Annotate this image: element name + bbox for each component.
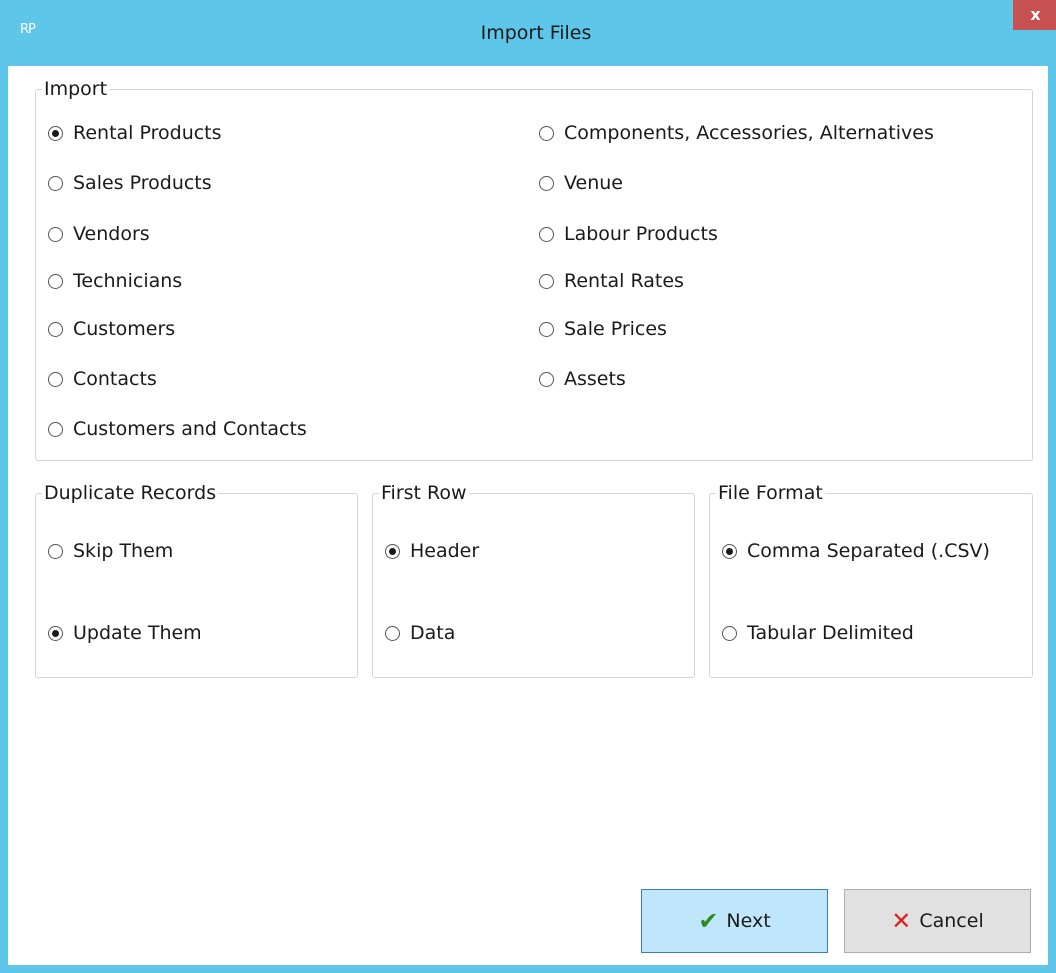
next-button-label: Next	[726, 910, 771, 932]
first-row-label: First Row	[379, 480, 469, 506]
radio-label: Technicians	[73, 270, 183, 292]
radio-indicator[interactable]	[48, 321, 63, 337]
cancel-button[interactable]: ✕ Cancel	[844, 889, 1031, 953]
radio-skip-them[interactable]: Skip Them	[48, 540, 173, 562]
radio-labour-products[interactable]: Labour Products	[539, 223, 718, 245]
next-button[interactable]: ✔ Next	[641, 889, 828, 953]
radio-sales-products[interactable]: Sales Products	[48, 172, 212, 194]
radio-indicator[interactable]	[48, 273, 63, 289]
radio-comma-separated[interactable]: Comma Separated (.CSV)	[722, 540, 990, 562]
radio-indicator[interactable]	[48, 125, 63, 141]
radio-label: Contacts	[73, 368, 157, 390]
duplicate-records-group: Duplicate Records Skip Them Update Them	[35, 480, 358, 678]
first-row-group: First Row Header Data	[372, 480, 695, 678]
radio-label: Sale Prices	[564, 318, 667, 340]
radio-indicator[interactable]	[539, 371, 554, 387]
radio-label: Rental Rates	[564, 270, 684, 292]
radio-label: Customers and Contacts	[73, 418, 307, 440]
radio-assets[interactable]: Assets	[539, 368, 626, 390]
import-group: Import Rental Products Sales Products Ve…	[35, 76, 1033, 461]
file-format-label: File Format	[716, 480, 825, 506]
close-button[interactable]: x	[1013, 0, 1056, 30]
radio-label: Sales Products	[73, 172, 212, 194]
import-files-dialog: RP Import Files x Import Rental Products…	[0, 0, 1056, 973]
radio-venue[interactable]: Venue	[539, 172, 623, 194]
radio-indicator[interactable]	[48, 421, 63, 437]
radio-components-accessories-alternatives[interactable]: Components, Accessories, Alternatives	[539, 122, 934, 144]
radio-customers-and-contacts[interactable]: Customers and Contacts	[48, 418, 307, 440]
radio-indicator[interactable]	[48, 371, 63, 387]
radio-data[interactable]: Data	[385, 622, 455, 644]
radio-label: Data	[410, 622, 456, 644]
radio-indicator[interactable]	[48, 625, 63, 641]
import-group-label: Import	[42, 76, 110, 102]
radio-indicator[interactable]	[48, 175, 63, 191]
radio-label: Comma Separated (.CSV)	[747, 540, 990, 562]
radio-rental-rates[interactable]: Rental Rates	[539, 270, 684, 292]
radio-label: Tabular Delimited	[747, 622, 914, 644]
title-bar[interactable]: RP Import Files x	[8, 0, 1056, 66]
duplicate-records-label: Duplicate Records	[42, 480, 219, 506]
radio-customers[interactable]: Customers	[48, 318, 175, 340]
radio-indicator[interactable]	[722, 625, 737, 641]
radio-label: Vendors	[73, 223, 150, 245]
radio-indicator[interactable]	[385, 625, 400, 641]
radio-label: Skip Them	[73, 540, 174, 562]
radio-indicator[interactable]	[539, 226, 554, 242]
radio-tabular-delimited[interactable]: Tabular Delimited	[722, 622, 914, 644]
radio-indicator[interactable]	[385, 543, 400, 559]
radio-indicator[interactable]	[539, 321, 554, 337]
radio-indicator[interactable]	[539, 125, 554, 141]
radio-indicator[interactable]	[539, 273, 554, 289]
radio-label: Update Them	[73, 622, 202, 644]
radio-label: Venue	[564, 172, 623, 194]
radio-indicator[interactable]	[539, 175, 554, 191]
file-format-group: File Format Comma Separated (.CSV) Tabul…	[709, 480, 1033, 678]
radio-indicator[interactable]	[48, 543, 63, 559]
x-icon: ✕	[891, 907, 912, 935]
check-icon: ✔	[698, 907, 719, 935]
radio-label: Assets	[564, 368, 626, 390]
radio-header[interactable]: Header	[385, 540, 479, 562]
radio-indicator[interactable]	[722, 543, 737, 559]
radio-sale-prices[interactable]: Sale Prices	[539, 318, 667, 340]
radio-indicator[interactable]	[48, 226, 63, 242]
cancel-button-label: Cancel	[919, 910, 984, 932]
radio-label: Header	[410, 540, 480, 562]
radio-label: Customers	[73, 318, 176, 340]
radio-label: Components, Accessories, Alternatives	[564, 122, 934, 144]
radio-technicians[interactable]: Technicians	[48, 270, 182, 292]
radio-vendors[interactable]: Vendors	[48, 223, 150, 245]
radio-update-them[interactable]: Update Them	[48, 622, 202, 644]
radio-label: Rental Products	[73, 122, 222, 144]
window-title: Import Files	[480, 22, 592, 44]
radio-rental-products[interactable]: Rental Products	[48, 122, 222, 144]
radio-label: Labour Products	[564, 223, 718, 245]
radio-contacts[interactable]: Contacts	[48, 368, 157, 390]
